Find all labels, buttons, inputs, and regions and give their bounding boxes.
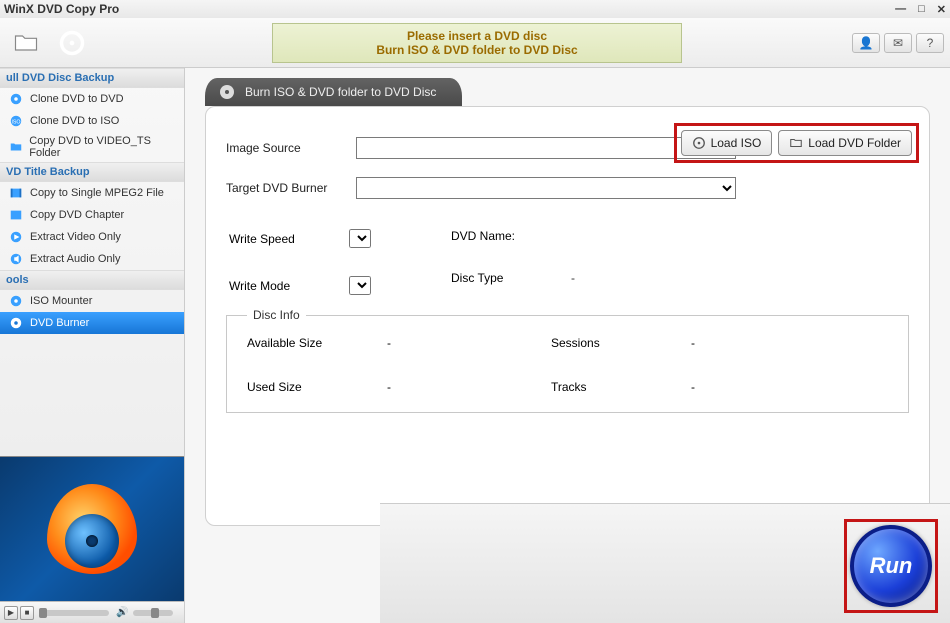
seek-slider[interactable] <box>39 610 109 616</box>
sidebar: ull DVD Disc Backup Clone DVD to DVD ISO… <box>0 68 185 623</box>
folder-icon <box>789 136 803 150</box>
titlebar: WinX DVD Copy Pro — □ ✕ <box>0 0 950 18</box>
user-icon: 👤 <box>859 36 874 50</box>
target-burner-select[interactable] <box>356 177 736 199</box>
sidebar-item-label: ISO Mounter <box>30 295 92 307</box>
minimize-button[interactable]: — <box>895 3 906 16</box>
disc-button[interactable] <box>52 23 92 63</box>
tracks-value: - <box>691 380 695 394</box>
top-toolbar: Please insert a DVD disc Burn ISO & DVD … <box>0 18 950 68</box>
burn-icon <box>8 315 24 331</box>
video-icon <box>8 229 24 245</box>
dvd-name-label: DVD Name: <box>451 229 551 243</box>
film-icon <box>8 185 24 201</box>
sidebar-item-single-mpeg2[interactable]: Copy to Single MPEG2 File <box>0 182 184 204</box>
available-size-label: Available Size <box>247 336 337 350</box>
disc-type-value: - <box>571 271 575 285</box>
help-button[interactable]: ? <box>916 33 944 53</box>
play-button[interactable]: ▶ <box>4 606 18 620</box>
write-mode-select[interactable] <box>349 276 371 295</box>
disc-info-legend: Disc Info <box>247 308 306 322</box>
app-logo-icon <box>47 484 137 574</box>
write-mode-label: Write Mode <box>229 279 329 293</box>
audio-icon <box>8 251 24 267</box>
sidebar-item-iso-mounter[interactable]: ISO Mounter <box>0 290 184 312</box>
image-source-label: Image Source <box>226 141 356 155</box>
tab-burn[interactable]: Burn ISO & DVD folder to DVD Disc <box>205 78 462 106</box>
iso-icon: ISO <box>8 113 24 129</box>
sidebar-item-copy-to-video-ts[interactable]: Copy DVD to VIDEO_TS Folder <box>0 132 184 162</box>
mail-button[interactable]: ✉ <box>884 33 912 53</box>
sidebar-item-label: Copy DVD Chapter <box>30 209 124 221</box>
help-icon: ? <box>927 36 934 50</box>
sidebar-item-label: Copy DVD to VIDEO_TS Folder <box>29 135 178 159</box>
footer-bar: Run <box>380 503 950 623</box>
run-button-highlight: Run <box>844 519 938 613</box>
svg-text:ISO: ISO <box>11 120 20 126</box>
folder-icon <box>12 29 40 57</box>
preview-panel <box>0 456 184 601</box>
banner: Please insert a DVD disc Burn ISO & DVD … <box>272 23 682 63</box>
used-size-value: - <box>387 380 391 394</box>
user-button[interactable]: 👤 <box>852 33 880 53</box>
open-folder-button[interactable] <box>6 23 46 63</box>
group-header-backup: ull DVD Disc Backup <box>0 68 184 88</box>
player-controls: ▶ ■ 🔊 <box>0 601 184 623</box>
banner-line1: Please insert a DVD disc <box>273 29 681 43</box>
sessions-value: - <box>691 336 695 350</box>
main-panel: Burn ISO & DVD folder to DVD Disc Load I… <box>185 68 950 623</box>
mail-icon: ✉ <box>893 36 903 50</box>
used-size-label: Used Size <box>247 380 337 394</box>
write-speed-label: Write Speed <box>229 232 329 246</box>
window-title: WinX DVD Copy Pro <box>4 2 119 16</box>
target-burner-label: Target DVD Burner <box>226 181 356 195</box>
tracks-label: Tracks <box>551 380 641 394</box>
sidebar-item-label: DVD Burner <box>30 317 89 329</box>
sidebar-item-label: Extract Audio Only <box>30 253 121 265</box>
group-header-tools: ools <box>0 270 184 290</box>
load-dvd-folder-button[interactable]: Load DVD Folder <box>778 130 912 156</box>
sidebar-item-label: Clone DVD to DVD <box>30 93 124 105</box>
disc-icon <box>8 91 24 107</box>
banner-line2: Burn ISO & DVD folder to DVD Disc <box>273 43 681 57</box>
sidebar-item-dvd-burner[interactable]: DVD Burner <box>0 312 184 334</box>
sidebar-item-extract-audio[interactable]: Extract Audio Only <box>0 248 184 270</box>
sidebar-item-label: Extract Video Only <box>30 231 121 243</box>
available-size-value: - <box>387 336 391 350</box>
sidebar-item-extract-video[interactable]: Extract Video Only <box>0 226 184 248</box>
iso-icon <box>692 136 706 150</box>
disc-info-fieldset: Disc Info Available Size- Used Size- Ses… <box>226 315 909 413</box>
write-speed-select[interactable] <box>349 229 371 248</box>
sidebar-item-clone-dvd-to-dvd[interactable]: Clone DVD to DVD <box>0 88 184 110</box>
group-header-title-backup: VD Title Backup <box>0 162 184 182</box>
stop-button[interactable]: ■ <box>20 606 34 620</box>
load-iso-button[interactable]: Load ISO <box>681 130 773 156</box>
maximize-button[interactable]: □ <box>918 3 925 16</box>
load-buttons-highlight: Load ISO Load DVD Folder <box>674 123 919 163</box>
button-label: Load DVD Folder <box>808 136 901 150</box>
run-button[interactable]: Run <box>850 525 932 607</box>
chapter-icon <box>8 207 24 223</box>
tab-label: Burn ISO & DVD folder to DVD Disc <box>245 85 436 99</box>
volume-slider[interactable] <box>133 610 173 616</box>
sidebar-item-label: Copy to Single MPEG2 File <box>30 187 164 199</box>
sidebar-item-label: Clone DVD to ISO <box>30 115 119 127</box>
disc-icon <box>58 29 86 57</box>
folder-icon <box>8 139 23 155</box>
close-button[interactable]: ✕ <box>937 3 946 16</box>
run-button-label: Run <box>870 553 913 579</box>
sidebar-item-clone-dvd-to-iso[interactable]: ISO Clone DVD to ISO <box>0 110 184 132</box>
burn-disc-icon <box>217 82 237 102</box>
sidebar-item-copy-chapter[interactable]: Copy DVD Chapter <box>0 204 184 226</box>
mount-icon <box>8 293 24 309</box>
speaker-icon: 🔊 <box>116 607 128 618</box>
sessions-label: Sessions <box>551 336 641 350</box>
disc-type-label: Disc Type <box>451 271 551 285</box>
button-label: Load ISO <box>711 136 762 150</box>
